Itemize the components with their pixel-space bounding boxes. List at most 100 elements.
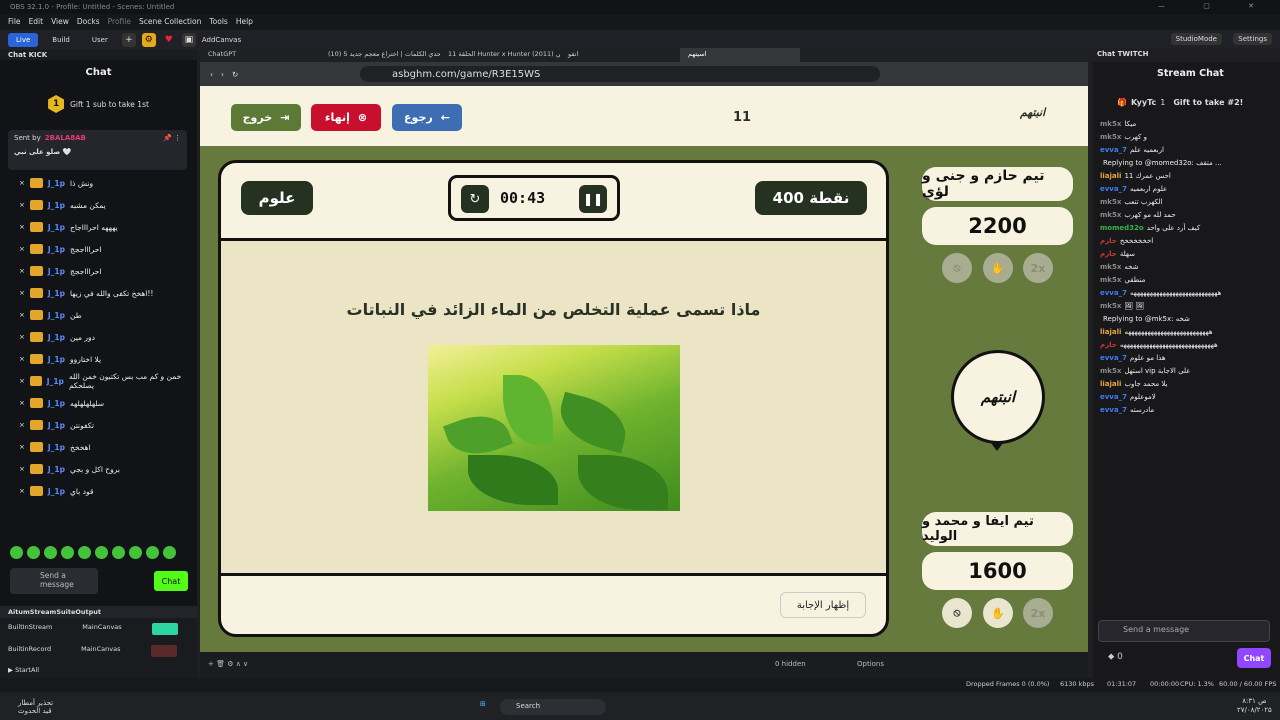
pause-icon[interactable]: ❚❚ — [579, 185, 607, 213]
timeout-icon[interactable]: ⨯ — [19, 311, 25, 319]
chat-username[interactable]: evva_7 — [1100, 288, 1127, 299]
chat-username[interactable]: حازم — [1100, 236, 1117, 247]
timeout-icon[interactable]: ⨯ — [19, 289, 25, 297]
back-button[interactable]: رجوع ← — [392, 104, 462, 131]
timeout-icon[interactable]: ⨯ — [19, 223, 25, 231]
emote-icon[interactable] — [10, 546, 23, 559]
taskbar-search[interactable]: Search — [500, 699, 606, 715]
menu-scene-collection[interactable]: Scene Collection — [139, 17, 201, 27]
chat-username[interactable]: mk5x — [1100, 197, 1121, 208]
chat-username[interactable]: J_1p — [48, 267, 65, 276]
chat-username[interactable]: J_1p — [48, 487, 65, 496]
pin-icon[interactable]: 📌 ⋮ — [163, 134, 181, 142]
reload-icon[interactable]: ↻ — [232, 70, 238, 79]
timeout-icon[interactable]: ⨯ — [19, 465, 25, 473]
chat-username[interactable]: liajali — [1100, 171, 1121, 182]
menu-docks[interactable]: Docks — [77, 17, 100, 27]
forward-icon[interactable]: › — [221, 70, 224, 79]
chat-username[interactable]: J_1p — [47, 377, 64, 386]
hand-icon[interactable]: ✋ — [983, 253, 1013, 283]
user-tab[interactable]: User — [84, 33, 116, 47]
chat-username[interactable]: evva_7 — [1100, 392, 1127, 403]
build-tab[interactable]: Build — [44, 33, 78, 47]
twitch-gift-banner[interactable]: 🎁 KyyTc 1 Gift to take #2! — [1093, 86, 1280, 118]
chat-username[interactable]: mk5x — [1100, 275, 1121, 286]
chat-username[interactable]: حازم — [1100, 340, 1117, 351]
chat-username[interactable]: mk5x — [1100, 301, 1121, 312]
menu-profile[interactable]: Profile — [108, 17, 131, 27]
chat-username[interactable]: mk5x — [1100, 210, 1121, 221]
emote-icon[interactable] — [146, 546, 159, 559]
chat-username[interactable]: J_1p — [48, 311, 65, 320]
browser-tab[interactable]: ChatGPT — [200, 48, 320, 62]
chat-username[interactable]: J_1p — [48, 333, 65, 342]
settings-button[interactable]: Settings — [1233, 33, 1272, 45]
chat-username[interactable]: J_1p — [48, 245, 65, 254]
kick-chat-button[interactable]: Chat — [154, 571, 188, 591]
menu-file[interactable]: File — [8, 17, 21, 27]
source-controls[interactable]: + 🗑 ⚙ ∧ ∨ — [208, 660, 248, 668]
kick-gift-banner[interactable]: 1 Gift 1 sub to take 1st — [0, 84, 197, 124]
channel-points[interactable]: ⬥ 0 — [1108, 652, 1123, 662]
browser-tab[interactable]: الحلقة 11 Hunter x Hunter (2011) انمي — [440, 48, 560, 62]
chat-username[interactable]: liajali — [1100, 379, 1121, 390]
plus-icon[interactable]: + — [121, 33, 136, 47]
timeout-icon[interactable]: ⨯ — [19, 333, 25, 341]
chat-username[interactable]: J_1p — [48, 223, 65, 232]
chat-username[interactable]: mk5x — [1100, 366, 1121, 377]
emote-icon[interactable] — [129, 546, 142, 559]
start-all-button[interactable]: ▶ StartAll — [0, 662, 197, 678]
chat-username[interactable]: J_1p — [48, 201, 65, 210]
timeout-icon[interactable]: ⨯ — [19, 245, 25, 253]
chat-username[interactable]: J_1p — [48, 443, 65, 452]
window-controls[interactable]: — ▢ ✕ — [1158, 2, 1272, 10]
browser-tab[interactable]: (10) تحدي الكلمات | اختراع معجم جديد 5 — [320, 48, 440, 62]
chat-username[interactable]: mk5x — [1100, 262, 1121, 273]
chat-username[interactable]: liajali — [1100, 327, 1121, 338]
emote-icon[interactable] — [78, 546, 91, 559]
chat-username[interactable]: J_1p — [48, 421, 65, 430]
timeout-icon[interactable]: ⨯ — [19, 487, 25, 495]
kick-message-input[interactable]: Send a message — [10, 568, 98, 594]
chat-username[interactable]: evva_7 — [1100, 405, 1127, 416]
reset-timer-icon[interactable]: ↻ — [461, 185, 489, 213]
timeout-icon[interactable]: ⨯ — [19, 201, 25, 209]
timeout-icon[interactable]: ⨯ — [19, 443, 25, 451]
windows-start-icon[interactable]: ⊞ — [480, 700, 486, 708]
chat-username[interactable]: J_1p — [48, 465, 65, 474]
twitch-chat-button[interactable]: Chat — [1237, 648, 1271, 668]
timeout-icon[interactable]: ⨯ — [19, 421, 25, 429]
hand-icon[interactable]: ✋ — [983, 598, 1013, 628]
url-field[interactable]: asbghm.com/game/R3E15WS — [360, 66, 880, 82]
chat-username[interactable]: J_1p — [48, 289, 65, 298]
options-button[interactable]: Options — [857, 660, 884, 668]
chat-username[interactable]: evva_7 — [1100, 353, 1127, 364]
chat-username[interactable]: J_1p — [48, 355, 65, 364]
show-answer-button[interactable]: إظهار الإجابة — [780, 592, 866, 618]
output-toggle[interactable] — [151, 623, 178, 635]
menu-help[interactable]: Help — [236, 17, 253, 27]
weather-widget[interactable]: تحذير أمطار قيد الحدوث — [18, 699, 53, 715]
double-points-button[interactable]: 2x — [1023, 253, 1053, 283]
menu-edit[interactable]: Edit — [29, 17, 44, 27]
chat-username[interactable]: حازم — [1100, 249, 1117, 260]
timeout-icon[interactable]: ⨯ — [19, 267, 25, 275]
browser-tab[interactable]: انفو — [560, 48, 680, 62]
chat-username[interactable]: momed32o — [1100, 223, 1144, 234]
menu-view[interactable]: View — [51, 17, 69, 27]
emote-icon[interactable] — [61, 546, 74, 559]
chat-username[interactable]: J_1p — [48, 179, 65, 188]
timeout-icon[interactable]: ⨯ — [19, 377, 25, 385]
add-canvas-icon[interactable]: ▣ — [181, 33, 196, 47]
back-icon[interactable]: ‹ — [210, 70, 213, 79]
timeout-icon[interactable]: ⨯ — [19, 355, 25, 363]
heart-icon[interactable]: ♥ — [162, 33, 176, 47]
emote-icon[interactable] — [112, 546, 125, 559]
end-button[interactable]: إنهاء ⊗ — [311, 104, 381, 131]
double-points-button[interactable]: 2x — [1023, 598, 1053, 628]
timeout-icon[interactable]: ⨯ — [19, 179, 25, 187]
emote-icon[interactable] — [44, 546, 57, 559]
block-icon[interactable]: ⦸ — [942, 598, 972, 628]
chat-username[interactable]: mk5x — [1100, 132, 1121, 143]
studio-mode-button[interactable]: StudioMode — [1170, 33, 1222, 45]
